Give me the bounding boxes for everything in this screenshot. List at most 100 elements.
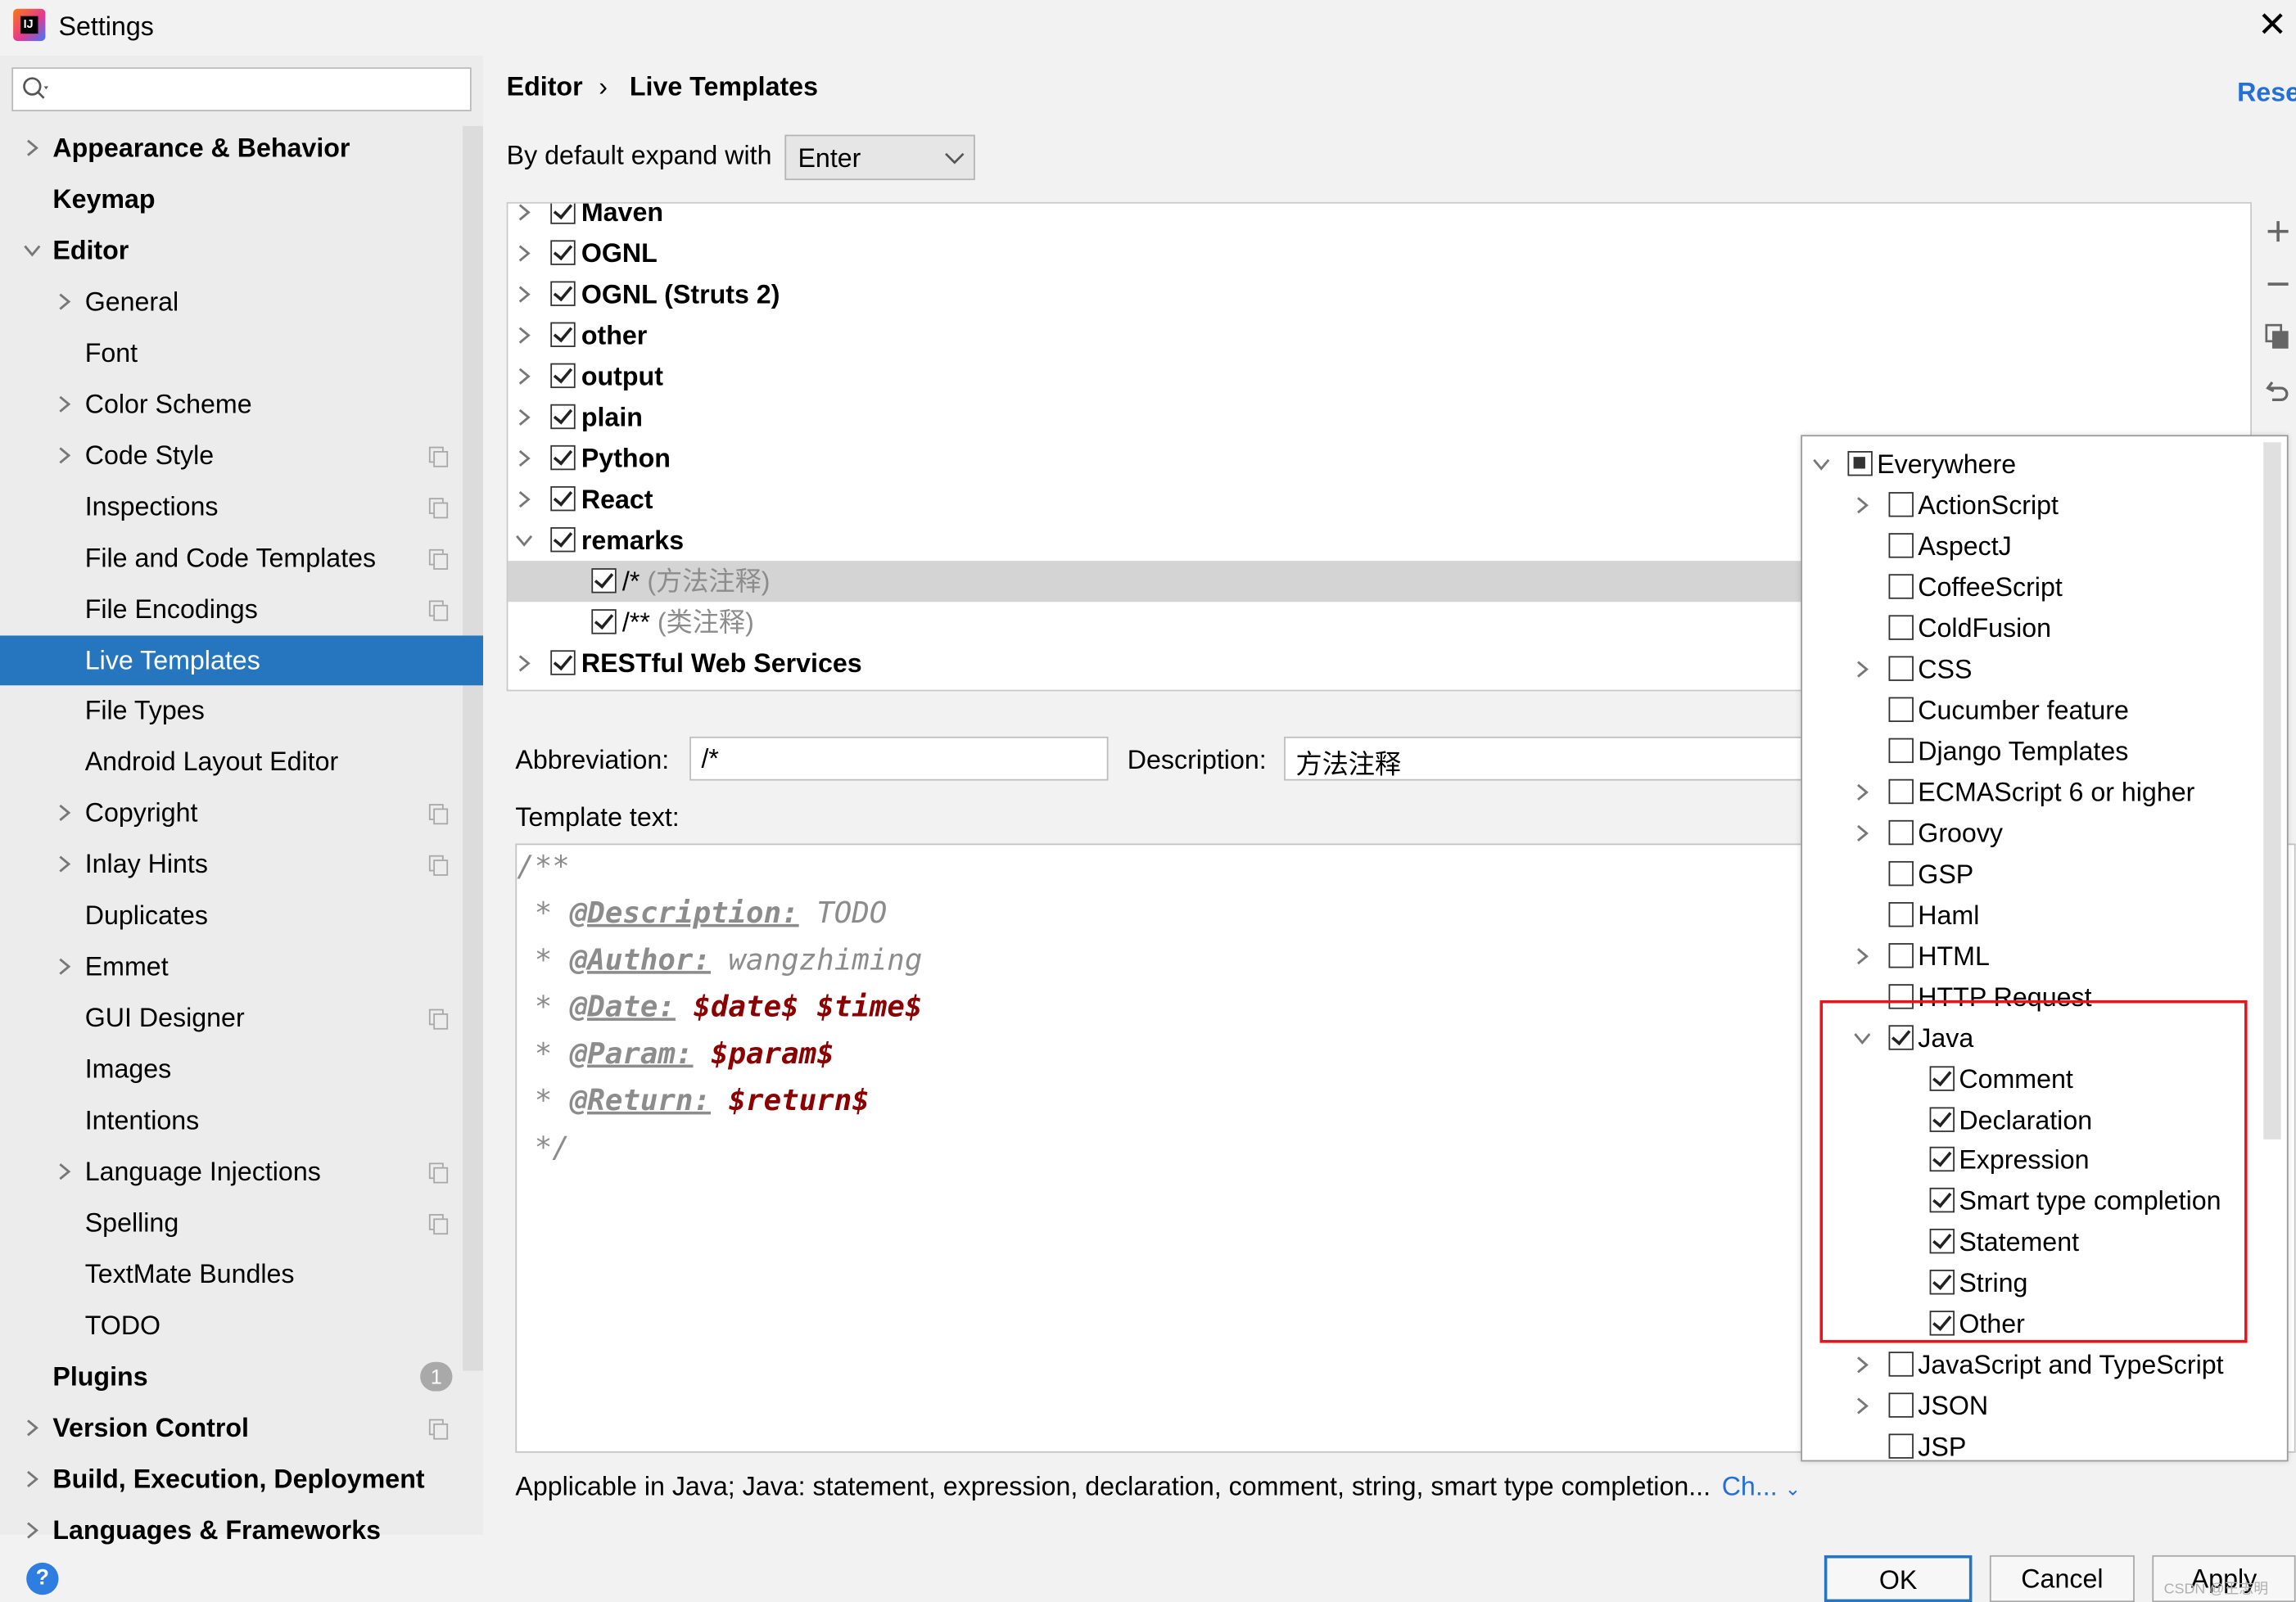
context-item[interactable]: Everywhere bbox=[1802, 444, 2263, 485]
help-icon[interactable]: ? bbox=[26, 1562, 59, 1595]
sidebar-item[interactable]: Images bbox=[0, 1045, 483, 1094]
description-field[interactable]: 方法注释 bbox=[1284, 736, 1811, 781]
expand-with-select[interactable]: Enter bbox=[784, 134, 975, 181]
restore-icon[interactable] bbox=[2263, 375, 2293, 404]
remove-icon[interactable] bbox=[2263, 269, 2293, 299]
cancel-button[interactable]: Cancel bbox=[1989, 1555, 2135, 1602]
template-checkbox[interactable] bbox=[550, 485, 576, 512]
chevron-right-icon[interactable] bbox=[22, 1519, 43, 1540]
sidebar-item[interactable]: Live Templates bbox=[0, 634, 484, 685]
sidebar-item[interactable]: File Encodings bbox=[0, 584, 483, 634]
template-checkbox[interactable] bbox=[550, 527, 576, 553]
context-checkbox[interactable] bbox=[1888, 656, 1914, 681]
sidebar-item[interactable]: Language Injections bbox=[0, 1147, 483, 1197]
sidebar-item[interactable]: Keymap bbox=[0, 174, 483, 224]
sidebar-item[interactable]: Code Style bbox=[0, 430, 483, 480]
context-checkbox[interactable] bbox=[1888, 778, 1914, 804]
context-item[interactable]: ColdFusion bbox=[1802, 607, 2263, 648]
context-item[interactable]: GSP bbox=[1802, 853, 2263, 894]
context-checkbox[interactable] bbox=[1888, 697, 1914, 722]
chevron-right-icon[interactable] bbox=[54, 957, 75, 977]
chevron-right-icon[interactable] bbox=[1852, 945, 1873, 966]
context-checkbox[interactable] bbox=[1888, 533, 1914, 558]
sidebar-item[interactable]: Color Scheme bbox=[0, 379, 483, 429]
sidebar-item[interactable]: TextMate Bundles bbox=[0, 1249, 483, 1299]
chevron-right-icon[interactable] bbox=[1852, 659, 1873, 679]
sidebar-item[interactable]: Android Layout Editor bbox=[0, 738, 483, 787]
chevron-down-icon[interactable] bbox=[22, 240, 43, 260]
template-checkbox[interactable] bbox=[550, 203, 576, 224]
sidebar-item[interactable]: File Types bbox=[0, 686, 483, 736]
sidebar-item[interactable]: General bbox=[0, 277, 483, 327]
chevron-right-icon[interactable] bbox=[514, 325, 535, 345]
chevron-down-icon[interactable] bbox=[1811, 454, 1832, 475]
chevron-right-icon[interactable] bbox=[514, 366, 535, 386]
chevron-right-icon[interactable] bbox=[54, 803, 75, 824]
sidebar-item[interactable]: Editor bbox=[0, 225, 483, 275]
context-checkbox[interactable] bbox=[1888, 860, 1914, 886]
chevron-right-icon[interactable] bbox=[54, 444, 75, 465]
chevron-right-icon[interactable] bbox=[514, 407, 535, 427]
duplicate-icon[interactable] bbox=[2263, 323, 2293, 352]
breadcrumb-editor[interactable]: Editor bbox=[507, 72, 583, 103]
context-item[interactable]: Django Templates bbox=[1802, 730, 2263, 771]
sidebar-item[interactable]: Plugins 1 bbox=[0, 1352, 483, 1401]
sidebar-item[interactable]: Build, Execution, Deployment bbox=[0, 1454, 483, 1504]
chevron-right-icon[interactable] bbox=[22, 1469, 43, 1489]
sidebar-item[interactable]: Inlay Hints bbox=[0, 840, 483, 890]
chevron-right-icon[interactable] bbox=[1852, 495, 1873, 516]
template-checkbox[interactable] bbox=[550, 363, 576, 389]
chevron-right-icon[interactable] bbox=[54, 394, 75, 414]
template-checkbox[interactable] bbox=[550, 444, 576, 471]
context-checkbox[interactable] bbox=[1888, 1433, 1914, 1460]
context-checkbox[interactable] bbox=[1888, 574, 1914, 599]
context-item[interactable]: AspectJ bbox=[1802, 526, 2263, 566]
chevron-right-icon[interactable] bbox=[514, 448, 535, 468]
sidebar-item[interactable]: File and Code Templates bbox=[0, 532, 483, 582]
add-icon[interactable] bbox=[2263, 217, 2293, 246]
sidebar-item[interactable]: Version Control bbox=[0, 1402, 483, 1452]
sidebar-item[interactable]: Duplicates bbox=[0, 891, 483, 941]
context-checkbox[interactable] bbox=[1888, 819, 1914, 845]
template-group[interactable]: OGNL (Struts 2) bbox=[508, 274, 2250, 315]
chevron-right-icon[interactable] bbox=[514, 284, 535, 305]
template-group[interactable]: other bbox=[508, 315, 2250, 356]
template-checkbox[interactable] bbox=[550, 240, 576, 265]
context-item[interactable]: Groovy bbox=[1802, 812, 2263, 853]
close-icon[interactable]: ✕ bbox=[2258, 8, 2287, 44]
context-checkbox[interactable] bbox=[1888, 492, 1914, 517]
chevron-right-icon[interactable] bbox=[1852, 823, 1873, 843]
chevron-right-icon[interactable] bbox=[54, 291, 75, 312]
context-checkbox[interactable] bbox=[1888, 1352, 1914, 1378]
search-input[interactable] bbox=[11, 67, 472, 111]
context-checkbox[interactable] bbox=[1888, 615, 1914, 640]
chevron-right-icon[interactable] bbox=[514, 490, 535, 510]
chevron-right-icon[interactable] bbox=[1852, 1355, 1873, 1375]
template-checkbox[interactable] bbox=[550, 404, 576, 430]
sidebar-item[interactable]: Copyright bbox=[0, 788, 483, 838]
sidebar-item[interactable]: Emmet bbox=[0, 942, 483, 992]
context-checkbox[interactable] bbox=[1888, 942, 1914, 968]
context-item[interactable]: HTML bbox=[1802, 936, 2263, 977]
context-item[interactable]: JavaScript and TypeScript bbox=[1802, 1345, 2263, 1386]
template-checkbox[interactable] bbox=[550, 650, 576, 675]
change-contexts-link[interactable]: Ch... ⌄ bbox=[1722, 1472, 1801, 1503]
template-group[interactable]: plain bbox=[508, 397, 2250, 438]
template-checkbox[interactable] bbox=[550, 281, 576, 306]
template-checkbox[interactable] bbox=[550, 322, 576, 347]
context-item[interactable]: ActionScript bbox=[1802, 485, 2263, 526]
template-group[interactable]: OGNL bbox=[508, 232, 2250, 273]
ok-button[interactable]: OK bbox=[1824, 1555, 1973, 1602]
chevron-right-icon[interactable] bbox=[54, 855, 75, 875]
context-item[interactable]: Haml bbox=[1802, 894, 2263, 935]
chevron-right-icon[interactable] bbox=[514, 202, 535, 223]
chevron-right-icon[interactable] bbox=[1852, 1396, 1873, 1416]
context-checkbox[interactable] bbox=[1888, 901, 1914, 927]
chevron-right-icon[interactable] bbox=[514, 653, 535, 674]
context-checkbox[interactable] bbox=[1888, 1392, 1914, 1419]
sidebar-item[interactable]: Font bbox=[0, 327, 483, 377]
chevron-right-icon[interactable] bbox=[514, 243, 535, 264]
context-item[interactable]: CSS bbox=[1802, 648, 2263, 689]
abbreviation-field[interactable]: /* bbox=[689, 736, 1109, 781]
context-item[interactable]: Cucumber feature bbox=[1802, 689, 2263, 730]
